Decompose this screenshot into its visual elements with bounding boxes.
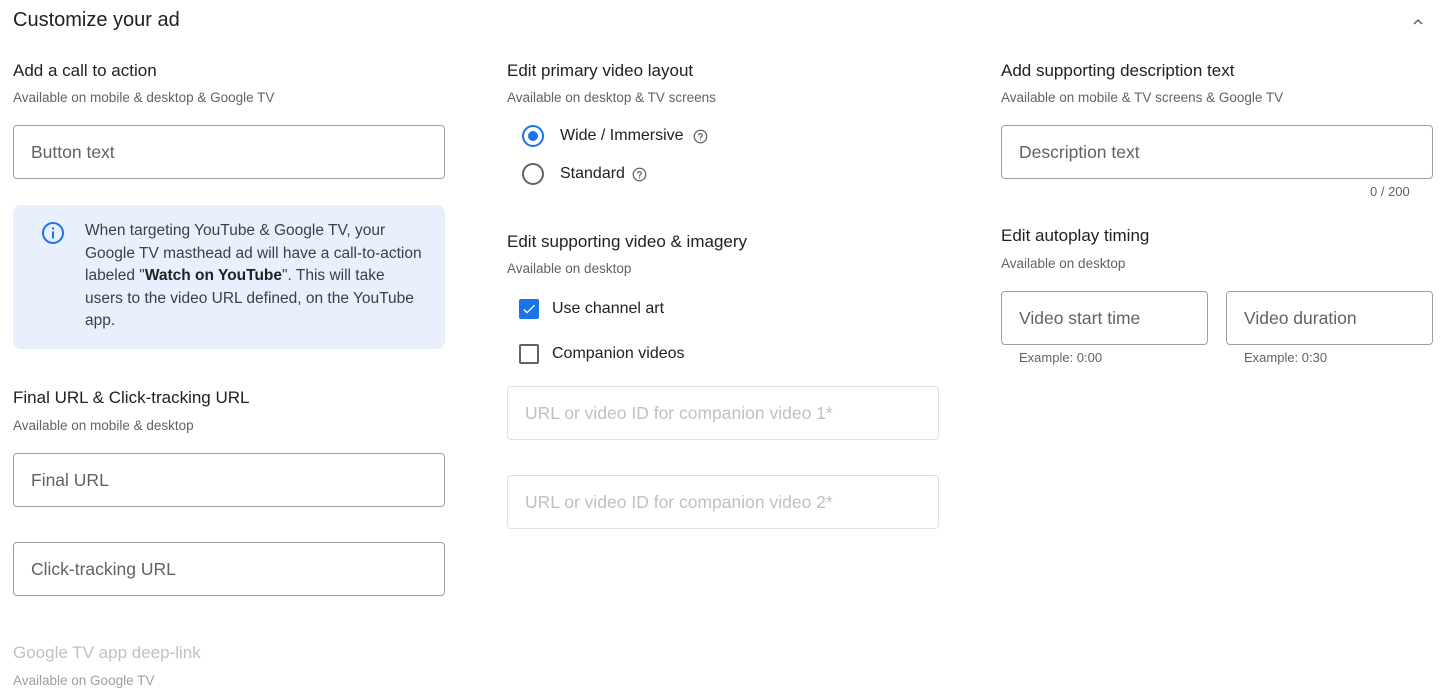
use-channel-art-label: Use channel art	[552, 300, 665, 317]
help-circle-icon[interactable]	[632, 167, 647, 182]
layout-title: Edit primary video layout	[507, 61, 694, 80]
info-icon	[42, 222, 64, 244]
description-subtitle: Available on mobile & TV screens & Googl…	[1001, 90, 1284, 105]
video-start-time-hint: Example: 0:00	[1019, 350, 1103, 365]
deeplink-subtitle: Available on Google TV	[13, 673, 155, 688]
chevron-up-icon	[1413, 19, 1423, 25]
imagery-title: Edit supporting video & imagery	[507, 232, 748, 251]
imagery-subtitle: Available on desktop	[507, 261, 632, 276]
panel-title: Customize your ad	[13, 9, 180, 31]
video-duration-hint: Example: 0:30	[1244, 350, 1328, 365]
cta-title: Add a call to action	[13, 61, 157, 80]
video-duration-input[interactable]: Video duration	[1226, 291, 1433, 345]
click-tracking-url-input[interactable]: Click-tracking URL	[13, 542, 445, 596]
autoplay-title: Edit autoplay timing	[1001, 226, 1150, 245]
final-url-input[interactable]: Final URL	[13, 453, 445, 507]
check-icon	[523, 304, 535, 314]
cta-info-bold: Watch on YouTube	[144, 267, 283, 284]
autoplay-subtitle: Available on desktop	[1001, 256, 1126, 271]
radio-wide-immersive[interactable]	[522, 125, 544, 147]
companion-video-2-input[interactable]: URL or video ID for companion video 2*	[507, 475, 939, 529]
deeplink-title: Google TV app deep-link	[13, 643, 201, 662]
cta-info-box: When targeting YouTube & Google TV, your…	[13, 205, 445, 349]
button-text-input[interactable]: Button text	[13, 125, 445, 179]
radio-standard[interactable]	[522, 163, 544, 185]
description-char-counter: 0 / 200	[1370, 184, 1410, 199]
help-circle-icon[interactable]	[693, 129, 708, 144]
video-start-time-input[interactable]: Video start time	[1001, 291, 1208, 345]
collapse-button[interactable]	[1406, 10, 1430, 34]
urls-title: Final URL & Click-tracking URL	[13, 388, 250, 407]
option-standard-label: Standard	[560, 165, 625, 182]
companion-videos-label: Companion videos	[552, 345, 685, 362]
option-wide-label: Wide / Immersive	[560, 127, 684, 144]
companion-video-1-input[interactable]: URL or video ID for companion video 1*	[507, 386, 939, 440]
companion-videos-checkbox[interactable]	[519, 344, 539, 364]
cta-info-text: When targeting YouTube & Google TV, your…	[85, 222, 422, 329]
urls-subtitle: Available on mobile & desktop	[13, 418, 194, 433]
description-title: Add supporting description text	[1001, 61, 1235, 80]
cta-subtitle: Available on mobile & desktop & Google T…	[13, 90, 275, 105]
description-text-input[interactable]: Description text	[1001, 125, 1433, 179]
layout-subtitle: Available on desktop & TV screens	[507, 90, 716, 105]
use-channel-art-checkbox[interactable]	[519, 299, 539, 319]
